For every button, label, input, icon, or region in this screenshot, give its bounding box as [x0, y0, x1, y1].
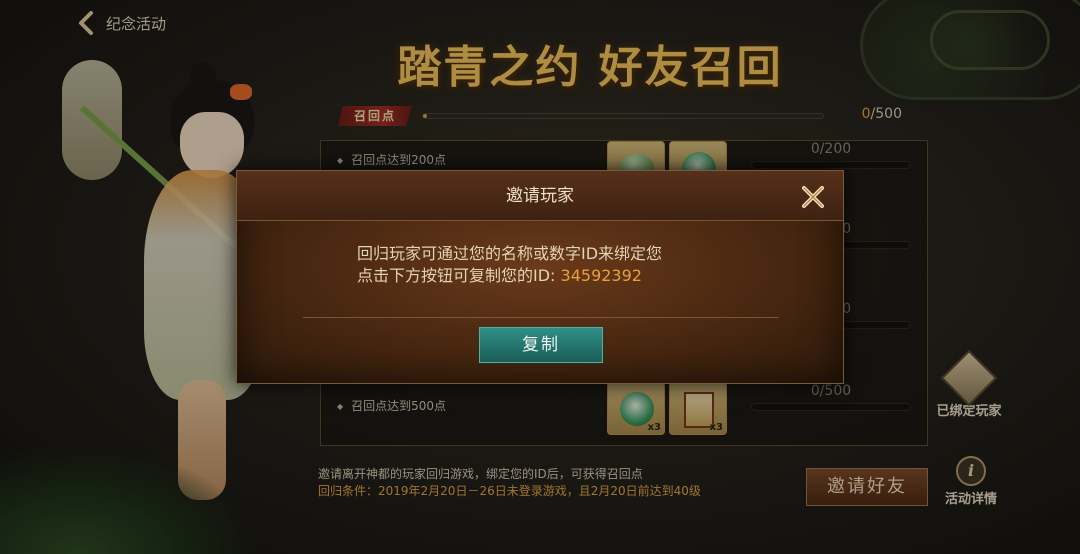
dialog-divider	[303, 317, 779, 318]
dialog-message-line: 点击下方按钮可复制您的ID: 34592392	[357, 265, 757, 287]
copy-instruction: 点击下方按钮可复制您的ID:	[357, 266, 561, 285]
dialog-title: 邀请玩家	[506, 186, 574, 206]
dialog-message-line: 回归玩家可通过您的名称或数字ID来绑定您	[357, 244, 663, 263]
copy-id-button[interactable]: 复制	[479, 327, 603, 363]
dialog-message: 回归玩家可通过您的名称或数字ID来绑定您 点击下方按钮可复制您的ID: 3459…	[357, 243, 757, 287]
event-scene: 纪念活动 踏青之约 好友召回 召回点 0/500 召回点达到200点 0/200…	[0, 0, 1080, 554]
player-id: 34592392	[560, 266, 642, 285]
close-icon[interactable]	[799, 183, 827, 211]
invite-player-dialog: 邀请玩家 回归玩家可通过您的名称或数字ID来绑定您 点击下方按钮可复制您的ID:…	[236, 170, 844, 384]
